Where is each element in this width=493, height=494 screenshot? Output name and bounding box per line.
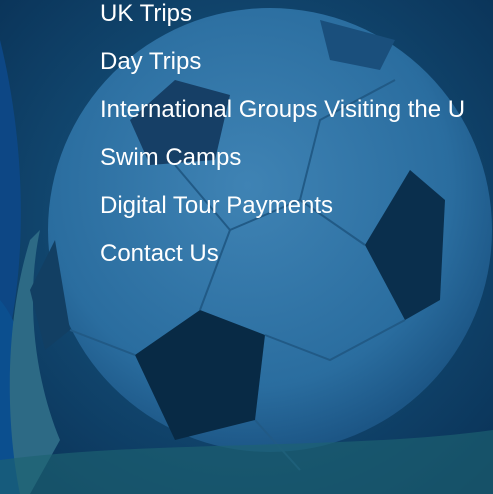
main-navigation-menu: UK Trips Day Trips International Groups … — [100, 0, 493, 288]
nav-item-uk-trips: UK Trips — [100, 0, 493, 48]
nav-link-international-groups[interactable]: International Groups Visiting the U — [100, 96, 465, 124]
nav-item-contact-us: Contact Us — [100, 240, 493, 288]
nav-item-day-trips: Day Trips — [100, 48, 493, 96]
nav-link-uk-trips[interactable]: UK Trips — [100, 0, 192, 28]
nav-link-swim-camps[interactable]: Swim Camps — [100, 144, 241, 172]
nav-item-digital-tour-payments: Digital Tour Payments — [100, 192, 493, 240]
nav-link-digital-tour-payments[interactable]: Digital Tour Payments — [100, 192, 333, 220]
nav-link-contact-us[interactable]: Contact Us — [100, 240, 219, 268]
mobile-menu-overlay: UK Trips Day Trips International Groups … — [0, 0, 493, 494]
nav-item-swim-camps: Swim Camps — [100, 144, 493, 192]
nav-link-day-trips[interactable]: Day Trips — [100, 48, 201, 76]
nav-item-international-groups: International Groups Visiting the U — [100, 96, 493, 144]
